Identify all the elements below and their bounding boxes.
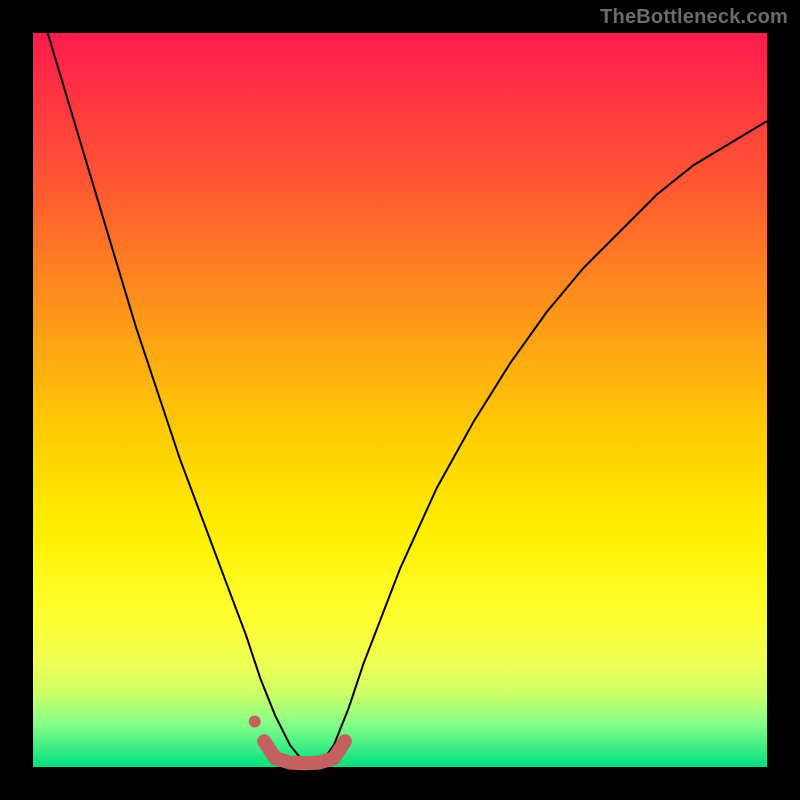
confidence-band — [264, 741, 345, 763]
watermark-label: TheBottleneck.com — [600, 6, 788, 29]
bottleneck-curve — [48, 33, 767, 766]
curve-layer — [33, 33, 767, 767]
confidence-dot — [249, 716, 261, 728]
chart-frame: TheBottleneck.com — [0, 0, 800, 800]
